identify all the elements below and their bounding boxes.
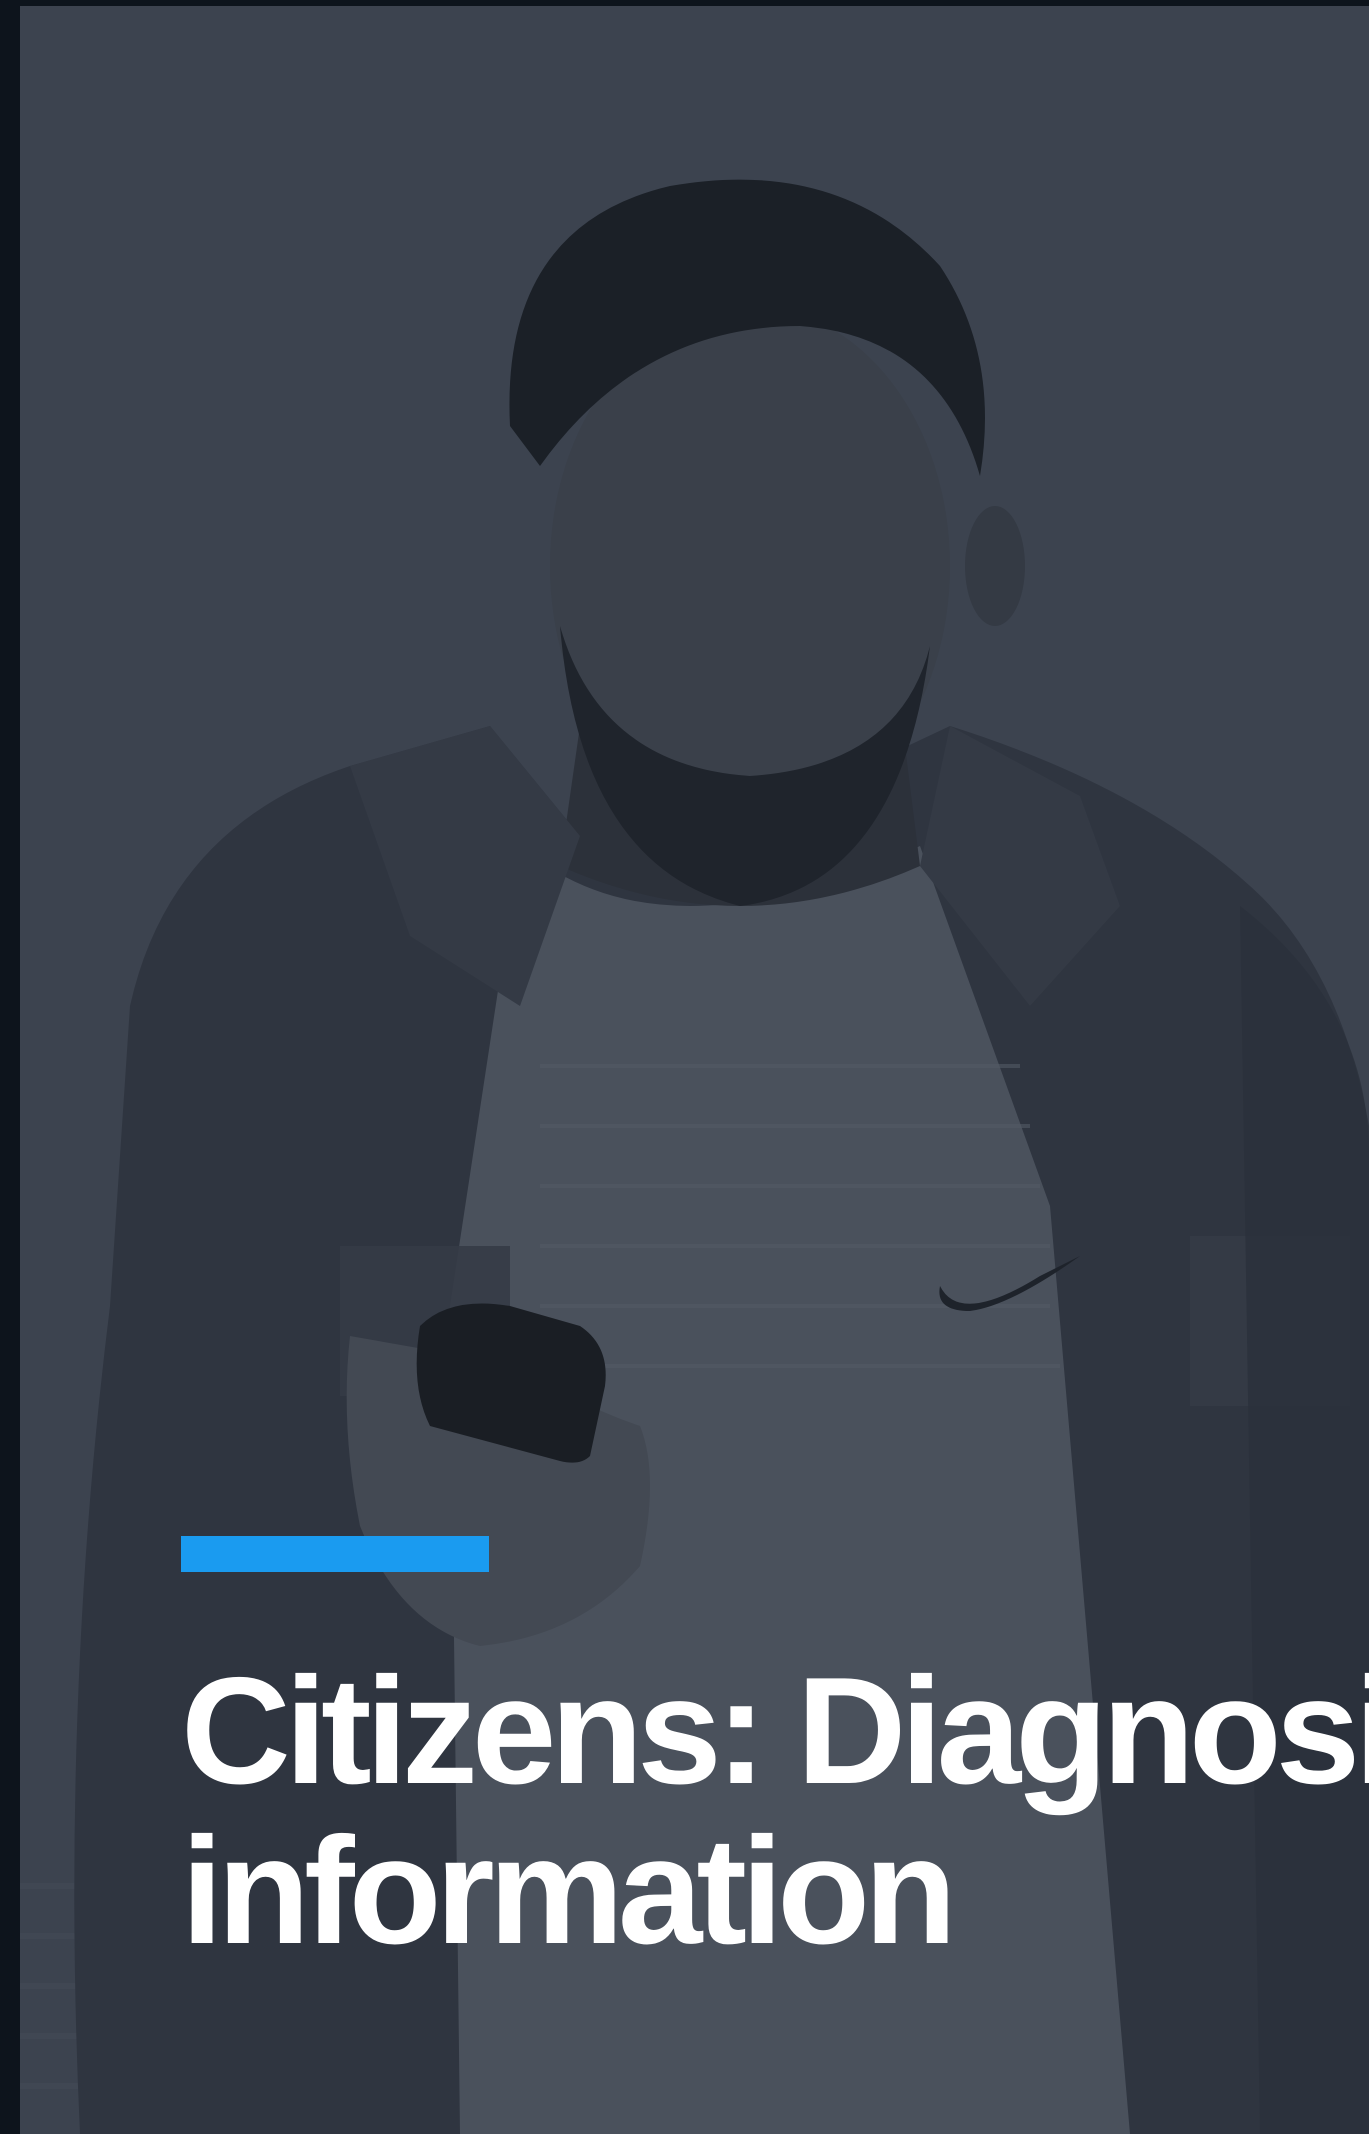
accent-bar: [181, 1536, 489, 1572]
page-title: Citizens: Diagnosis information: [181, 1651, 1369, 1971]
title-line-1: Citizens: Diagnosis: [181, 1646, 1369, 1816]
hero-section: Citizens: Diagnosis information: [20, 6, 1369, 2134]
page: Citizens: Diagnosis information: [0, 0, 1369, 2134]
title-line-2: information: [181, 1806, 957, 1976]
